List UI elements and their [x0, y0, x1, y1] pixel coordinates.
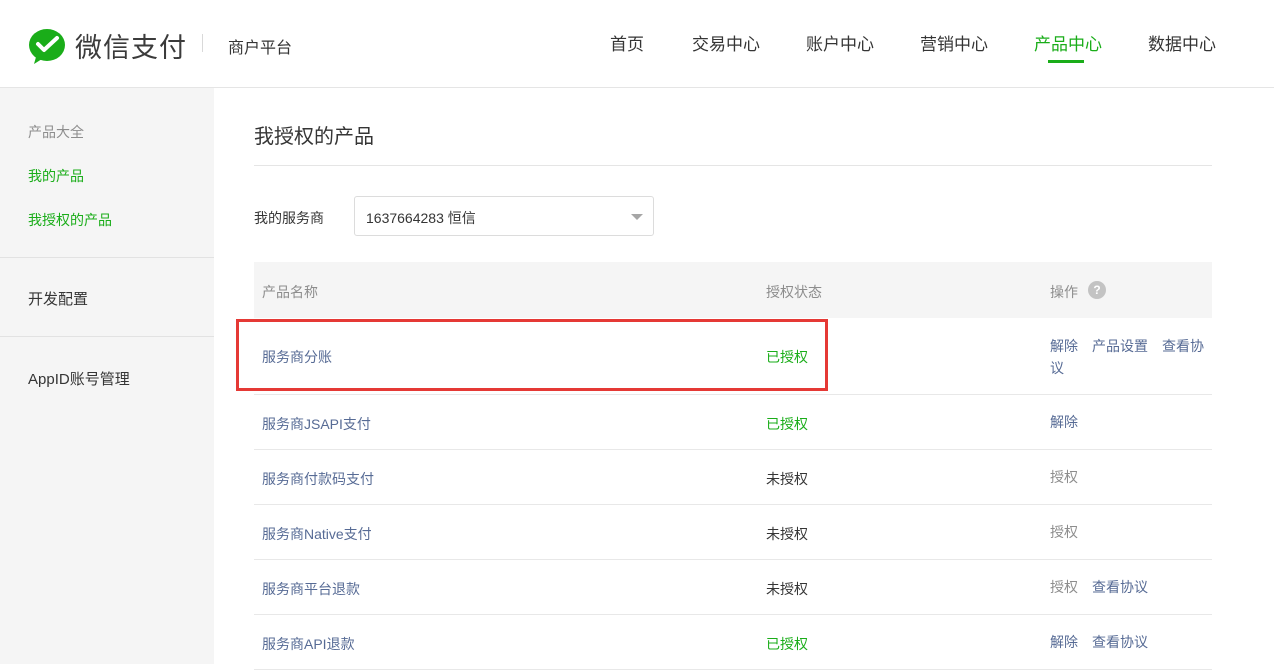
- auth-status: 未授权: [766, 581, 808, 597]
- sidebar-item-appid-management[interactable]: AppID账号管理: [28, 368, 130, 389]
- nav-home[interactable]: 首页: [610, 30, 644, 55]
- view-agreement-link[interactable]: 查看协议: [1092, 579, 1148, 595]
- sidebar-group-title: 产品大全: [28, 124, 84, 140]
- table-row: 服务商Native支付 未授权 授权: [254, 505, 1212, 560]
- product-name-link[interactable]: 服务商API退款: [262, 634, 355, 654]
- nav-marketing-center[interactable]: 营销中心: [920, 30, 988, 55]
- table-row: 服务商分账 已授权 解除 产品设置 查看协议: [254, 318, 1212, 395]
- page-title: 我授权的产品: [254, 126, 374, 148]
- revoke-link[interactable]: 解除: [1050, 414, 1078, 430]
- sidebar-divider: [0, 336, 214, 337]
- authorize-link[interactable]: 授权: [1050, 469, 1078, 485]
- auth-status: 已授权: [766, 416, 808, 432]
- sidebar-item-dev-config[interactable]: 开发配置: [28, 288, 88, 309]
- nav-active-indicator: [1048, 60, 1084, 63]
- column-header-status: 授权状态: [766, 284, 822, 300]
- chevron-down-icon: [631, 214, 643, 220]
- sidebar: 产品大全 我的产品 我授权的产品 开发配置 AppID账号管理: [0, 88, 214, 664]
- product-name-link[interactable]: 服务商分账: [262, 347, 332, 367]
- provider-select[interactable]: 1637664283 恒信: [354, 196, 654, 236]
- nav-product-center[interactable]: 产品中心: [1034, 30, 1102, 55]
- auth-status: 已授权: [766, 349, 808, 365]
- title-divider: [254, 165, 1212, 166]
- column-header-name: 产品名称: [262, 284, 318, 300]
- product-settings-link[interactable]: 产品设置: [1092, 338, 1148, 354]
- product-name-link[interactable]: 服务商JSAPI支付: [262, 414, 371, 434]
- row-actions: 授权: [1050, 521, 1210, 543]
- authorize-link[interactable]: 授权: [1050, 579, 1078, 595]
- product-name-link[interactable]: 服务商平台退款: [262, 579, 360, 599]
- nav-trade-center[interactable]: 交易中心: [692, 30, 760, 55]
- nav-account-center[interactable]: 账户中心: [806, 30, 874, 55]
- main-nav: 首页 交易中心 账户中心 营销中心 产品中心 数据中心: [0, 30, 1274, 88]
- row-actions: 授权: [1050, 466, 1210, 488]
- sidebar-item-my-products[interactable]: 我的产品: [28, 166, 84, 186]
- provider-select-value: 1637664283 恒信: [366, 210, 476, 226]
- nav-data-center[interactable]: 数据中心: [1148, 30, 1216, 55]
- question-icon[interactable]: ?: [1088, 281, 1106, 299]
- row-actions: 解除 查看协议: [1050, 631, 1210, 653]
- table-row: 服务商API退款 已授权 解除 查看协议: [254, 615, 1212, 670]
- sidebar-item-authorized-products[interactable]: 我授权的产品: [28, 210, 112, 230]
- authorize-link[interactable]: 授权: [1050, 524, 1078, 540]
- product-name-link[interactable]: 服务商付款码支付: [262, 469, 374, 489]
- top-header: 微信支付 商户平台 首页 交易中心 账户中心 营销中心 产品中心 数据中心: [0, 0, 1274, 88]
- provider-label: 我的服务商: [254, 210, 324, 226]
- column-header-ops: 操作: [1050, 284, 1078, 300]
- sidebar-divider: [0, 257, 214, 258]
- view-agreement-link[interactable]: 查看协议: [1092, 634, 1148, 650]
- table-row: 服务商JSAPI支付 已授权 解除: [254, 395, 1212, 450]
- product-name-link[interactable]: 服务商Native支付: [262, 524, 372, 544]
- revoke-link[interactable]: 解除: [1050, 634, 1078, 650]
- row-actions: 解除: [1050, 411, 1210, 433]
- row-actions: 解除 产品设置 查看协议: [1050, 335, 1210, 379]
- table-header: 产品名称 授权状态 操作 ?: [254, 262, 1212, 318]
- row-actions: 授权 查看协议: [1050, 576, 1210, 598]
- table-row: 服务商付款码支付 未授权 授权: [254, 450, 1212, 505]
- auth-status: 未授权: [766, 471, 808, 487]
- auth-status: 未授权: [766, 526, 808, 542]
- table-row: 服务商平台退款 未授权 授权 查看协议: [254, 560, 1212, 615]
- revoke-link[interactable]: 解除: [1050, 338, 1078, 354]
- auth-status: 已授权: [766, 636, 808, 652]
